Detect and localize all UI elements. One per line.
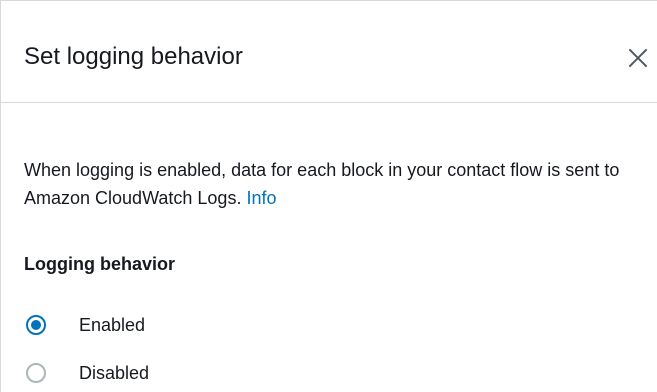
info-link[interactable]: Info xyxy=(246,188,276,208)
radio-button-enabled[interactable] xyxy=(26,315,46,335)
radio-option-disabled[interactable]: Disabled xyxy=(26,358,149,388)
close-button[interactable] xyxy=(621,41,655,75)
logging-description: When logging is enabled, data for each b… xyxy=(24,156,644,212)
logging-behavior-label: Logging behavior xyxy=(24,254,175,274)
radio-label-enabled: Enabled xyxy=(79,315,146,335)
close-icon xyxy=(627,47,649,69)
panel-header: Set logging behavior xyxy=(1,1,657,103)
radio-label-disabled: Disabled xyxy=(79,363,150,383)
description-text: When logging is enabled, data for each b… xyxy=(24,160,620,208)
radio-option-enabled[interactable]: Enabled xyxy=(26,310,145,340)
logging-behavior-panel: Set logging behavior When logging is ena… xyxy=(0,0,657,392)
panel-title: Set logging behavior xyxy=(24,43,243,70)
radio-button-disabled[interactable] xyxy=(26,363,46,383)
